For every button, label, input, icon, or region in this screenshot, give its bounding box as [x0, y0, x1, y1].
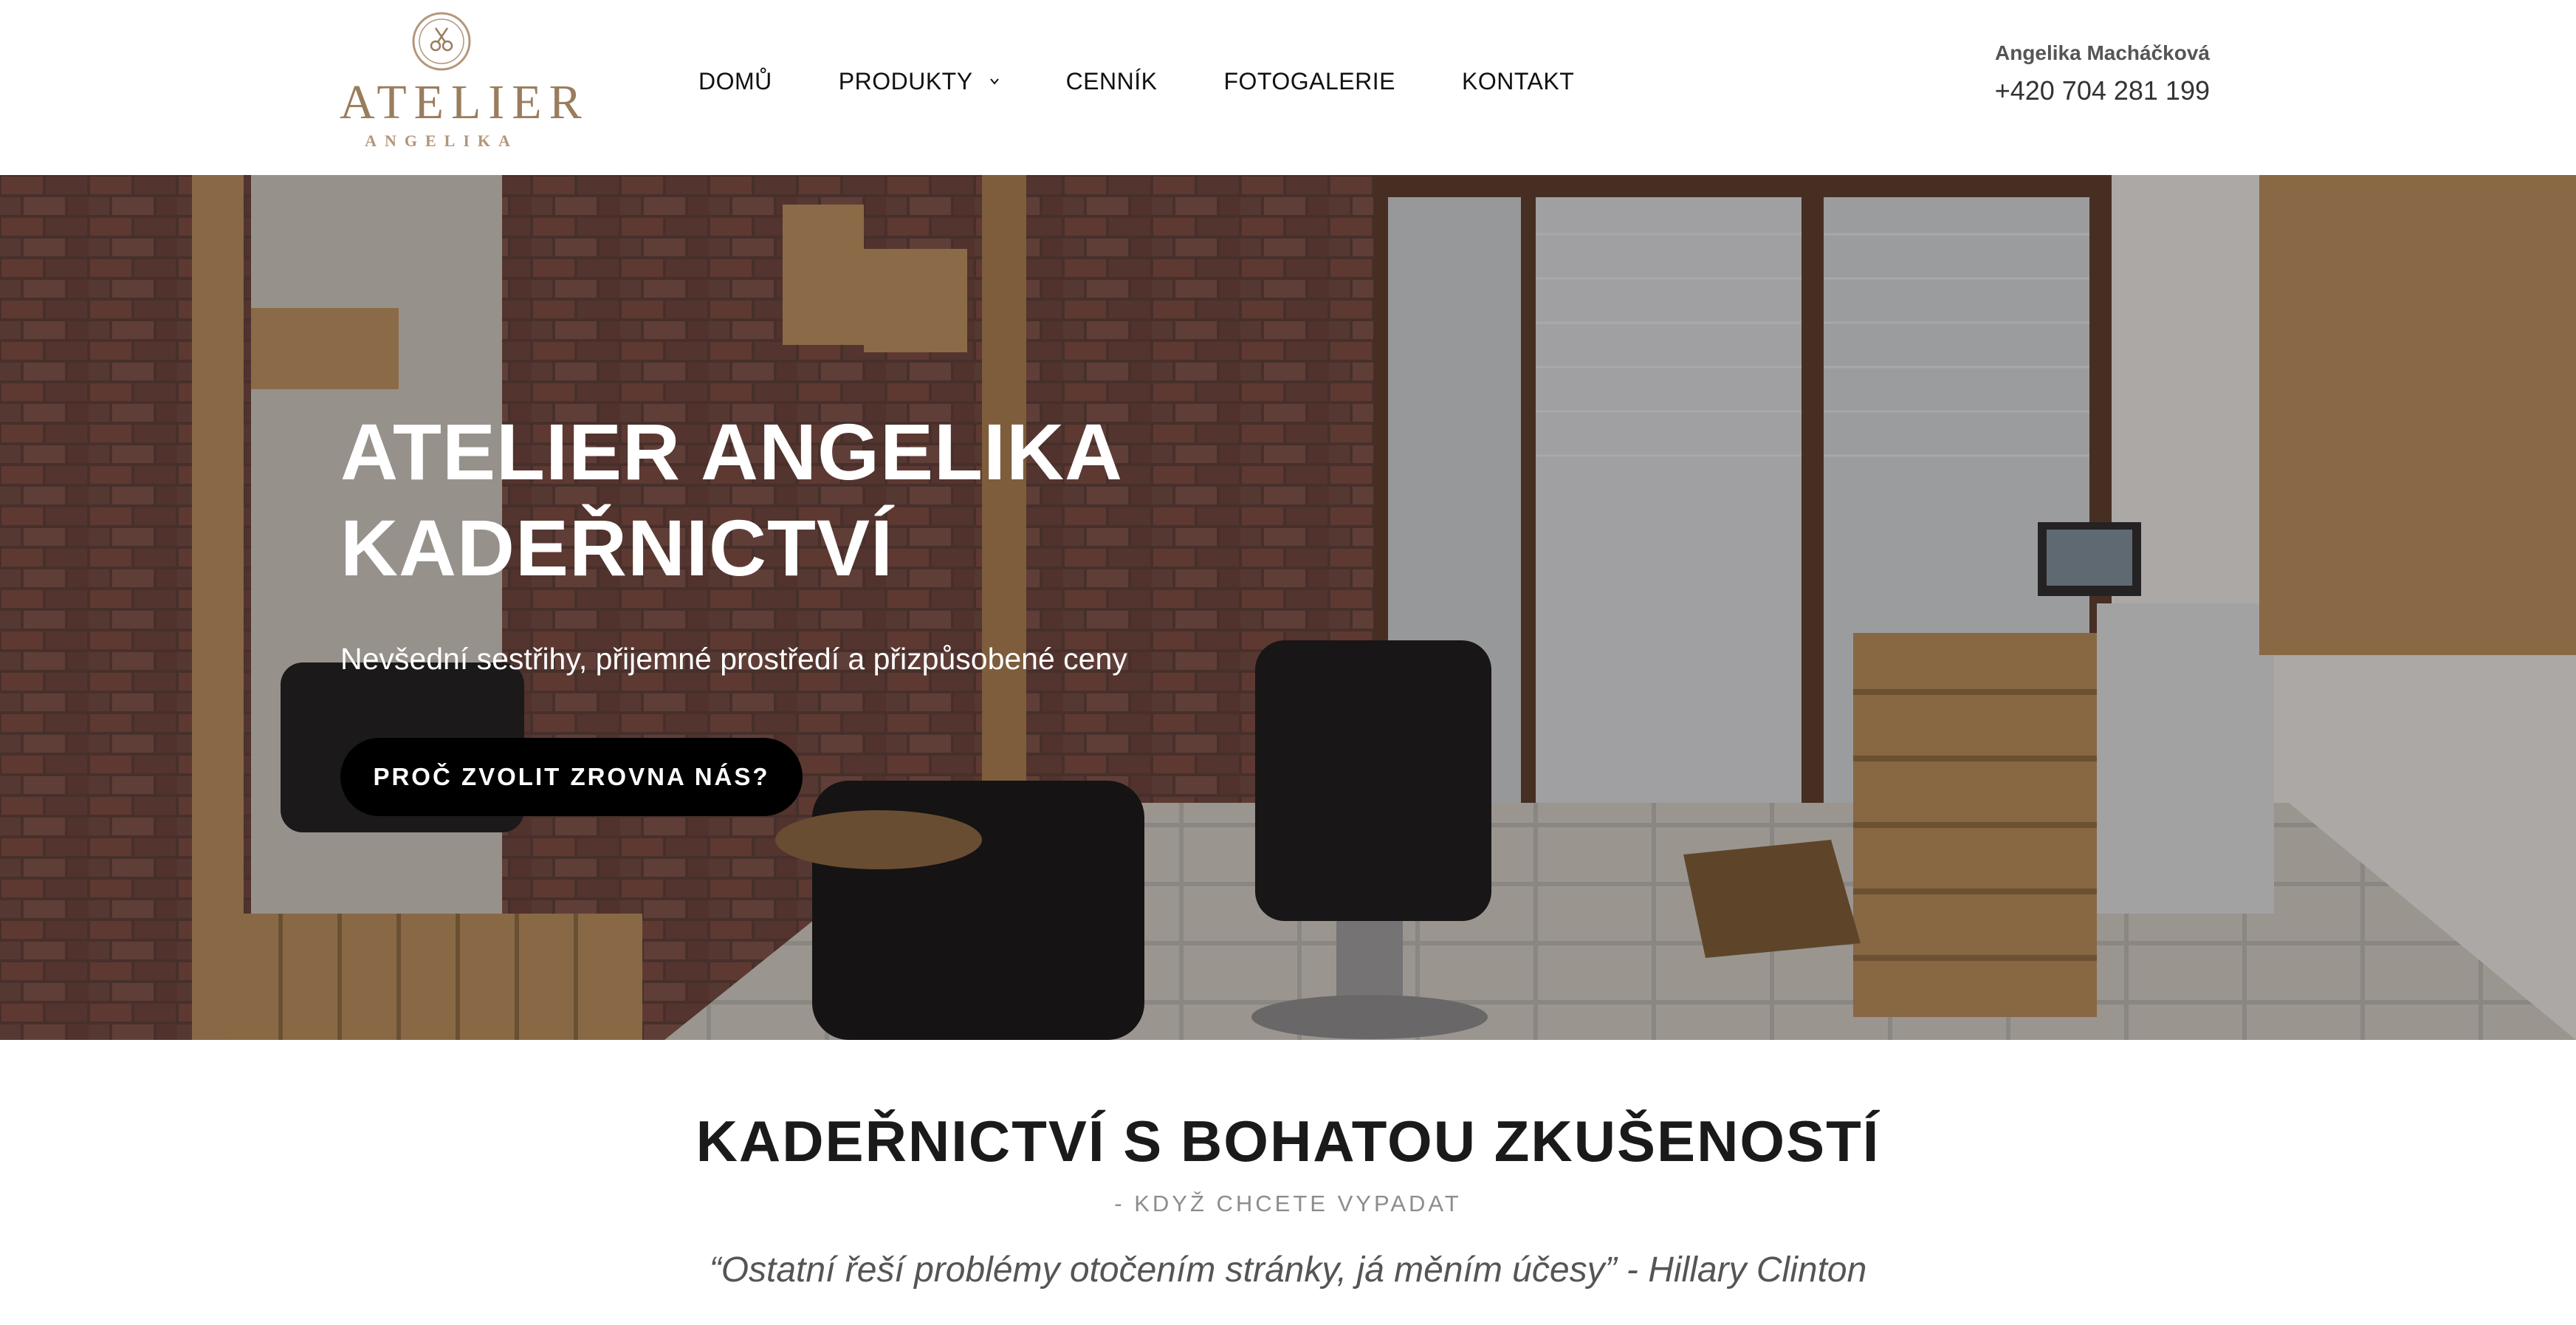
- nav-item-label: FOTOGALERIE: [1223, 67, 1395, 95]
- nav-item-cennik[interactable]: CENNÍK: [1066, 68, 1158, 95]
- nav-item-label: KONTAKT: [1461, 67, 1575, 95]
- hero-overlay: [0, 175, 2576, 1040]
- logo-subtitle: ANGELIKA: [365, 131, 518, 150]
- nav-item-label: CENNÍK: [1065, 67, 1158, 95]
- logo-wordmark: ATELIER: [340, 75, 589, 129]
- hero-subtitle: Nevšední sestřihy, přijemné prostředí a …: [340, 642, 1127, 676]
- chevron-down-icon: [989, 78, 999, 85]
- contact-phone[interactable]: +420 704 281 199: [1995, 75, 2210, 106]
- hero-title-line1: ATELIER ANGELIKA: [340, 407, 1123, 496]
- nav-item-label: DOMŮ: [698, 67, 772, 95]
- nav-item-kontakt[interactable]: KONTAKT: [1462, 68, 1574, 95]
- header-contact: Angelika Macháčková +420 704 281 199: [1995, 41, 2210, 106]
- nav-item-domu[interactable]: DOMŮ: [698, 68, 772, 95]
- logo-emblem-icon: [412, 12, 471, 71]
- site-header: ATELIER ANGELIKA DOMŮ PRODUKTY CENNÍK FO…: [0, 0, 2576, 175]
- nav-item-produkty[interactable]: PRODUKTY: [839, 68, 1000, 95]
- main-nav: DOMŮ PRODUKTY CENNÍK FOTOGALERIE KONTAKT: [698, 65, 1574, 97]
- nav-item-fotogalerie[interactable]: FOTOGALERIE: [1223, 68, 1395, 95]
- section-quote: “Ostatní řeší problémy otočením stránky,…: [709, 1250, 1867, 1290]
- hero-title-line2: KADEŘNICTVÍ: [340, 503, 894, 592]
- hero-section: ATELIER ANGELIKA KADEŘNICTVÍ Nevšední se…: [0, 175, 2576, 1040]
- contact-name: Angelika Macháčková: [1994, 41, 2210, 64]
- why-us-button[interactable]: PROČ ZVOLIT ZROVNA NÁS?: [340, 738, 803, 816]
- hero-title: ATELIER ANGELIKA KADEŘNICTVÍ: [340, 404, 1123, 596]
- section-subtitle: - KDYŽ CHCETE VYPADAT: [1114, 1191, 1462, 1216]
- nav-item-label: PRODUKTY: [838, 67, 973, 95]
- site-logo[interactable]: ATELIER ANGELIKA: [340, 10, 589, 149]
- section-title: KADEŘNICTVÍ S BOHATOU ZKUŠENOSTÍ: [695, 1109, 1881, 1174]
